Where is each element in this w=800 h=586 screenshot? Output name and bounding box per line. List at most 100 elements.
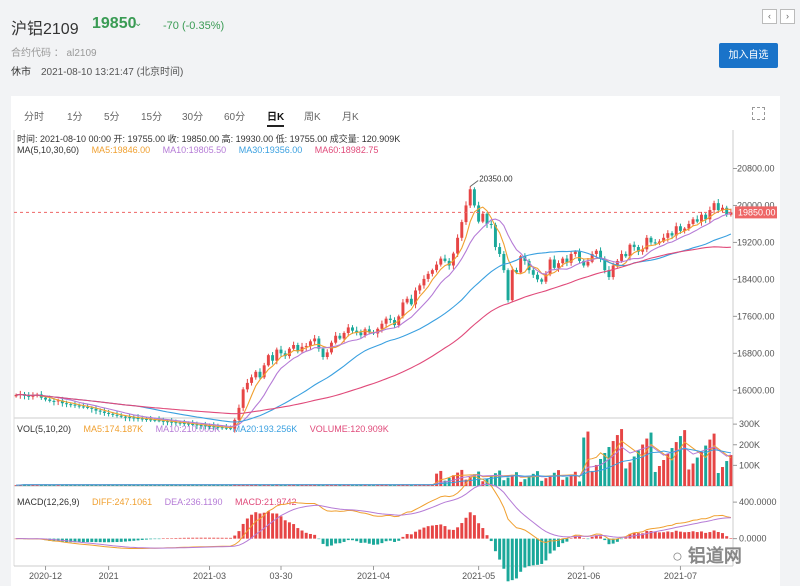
macd-bar	[716, 532, 720, 539]
volume-bar	[615, 435, 619, 486]
macd-bar	[401, 536, 405, 539]
candle-body	[292, 344, 296, 349]
macd-bar	[144, 538, 148, 540]
macd-bar	[699, 531, 703, 539]
macd-bar	[199, 537, 203, 539]
macd-bar	[418, 529, 422, 539]
macd-bar	[456, 527, 460, 539]
candle-body	[670, 233, 674, 236]
x-tick-label: 2021-07	[664, 571, 697, 581]
macd-bar	[367, 538, 371, 544]
volume-bar	[687, 469, 691, 486]
candle-body	[540, 279, 544, 282]
macd-bar	[283, 520, 287, 539]
macd-bar	[430, 525, 434, 539]
volume-bar	[678, 436, 682, 486]
macd-bar	[216, 537, 220, 539]
macd-bar	[271, 513, 275, 539]
macd-bar	[342, 538, 346, 542]
volume-bar	[721, 467, 724, 486]
macd-bar	[140, 538, 144, 540]
macd-bar	[397, 538, 401, 541]
macd-bar	[123, 538, 127, 542]
macd-bar	[527, 538, 531, 567]
volume-bar	[523, 479, 527, 486]
candle-body	[456, 237, 460, 254]
volume-bar	[729, 455, 733, 486]
candle-body	[388, 318, 392, 321]
macd-bar	[540, 538, 544, 564]
macd-bar	[678, 531, 682, 539]
candle-body	[536, 274, 539, 280]
candle-body	[573, 251, 577, 254]
candle-body	[241, 389, 245, 408]
candle-body	[716, 203, 720, 211]
macd-bar	[292, 524, 296, 539]
macd-bar	[498, 538, 502, 560]
volume-bar	[725, 461, 729, 486]
macd-bar	[161, 538, 165, 539]
macd-bar	[287, 522, 291, 539]
macd-bar	[90, 538, 94, 542]
vol-ma5-line	[16, 440, 732, 486]
ma10-line	[16, 212, 732, 428]
candle-body	[279, 349, 283, 354]
candle-body	[502, 253, 506, 271]
kline-chart[interactable]: 20800.0020000.0019200.0018400.0017600.00…	[0, 0, 800, 586]
macd-bar	[136, 538, 140, 541]
macd-bar	[313, 534, 317, 539]
macd-bar	[414, 531, 418, 539]
volume-bar	[657, 465, 661, 486]
macd-bar	[329, 538, 333, 546]
candle-body	[422, 278, 426, 286]
x-tick-label: 2021-03	[193, 571, 226, 581]
macd-bar	[351, 538, 354, 541]
candle-body	[245, 382, 249, 390]
macd-bar	[578, 536, 582, 539]
volume-bar	[548, 475, 552, 486]
volume-bar	[708, 439, 712, 486]
macd-bar	[229, 537, 233, 539]
volume-bar	[552, 472, 556, 486]
y-tick-label: 300K	[739, 419, 760, 429]
candle-body	[90, 407, 94, 409]
candle-body	[624, 253, 628, 257]
candle-body	[27, 395, 31, 397]
candle-body	[65, 403, 69, 405]
macd-bar	[569, 538, 573, 539]
candle-body	[611, 265, 615, 278]
ma30-line	[16, 233, 732, 423]
candle-body	[384, 318, 388, 324]
macd-bar	[653, 531, 657, 539]
volume-bar	[674, 442, 678, 486]
macd-bar	[220, 537, 224, 539]
candle-body	[98, 410, 102, 412]
macd-bar	[153, 538, 157, 540]
macd-bar	[590, 537, 594, 539]
ma5-line	[16, 206, 731, 429]
macd-bar	[132, 538, 136, 541]
candle-body	[119, 415, 123, 417]
macd-bar	[662, 532, 666, 539]
volume-bar	[594, 464, 598, 486]
macd-bar	[704, 532, 708, 539]
candle-body	[561, 258, 565, 264]
candle-body	[342, 332, 346, 339]
candle-body	[649, 237, 653, 243]
candle-body	[81, 406, 85, 408]
candle-body	[325, 352, 329, 358]
candle-body	[334, 335, 338, 343]
macd-bar	[485, 535, 489, 539]
candle-body	[346, 327, 350, 333]
volume-bar	[506, 477, 510, 486]
macd-bar	[586, 538, 590, 540]
x-tick-label: 2021-04	[357, 571, 390, 581]
macd-bar	[666, 531, 670, 539]
macd-bar	[258, 513, 262, 539]
volume-bar	[624, 468, 628, 486]
volume-bar	[695, 457, 699, 486]
volume-bar	[502, 480, 506, 486]
candle-body	[107, 412, 111, 414]
volume-bar	[536, 471, 539, 486]
vol-ma20-line	[16, 447, 731, 486]
